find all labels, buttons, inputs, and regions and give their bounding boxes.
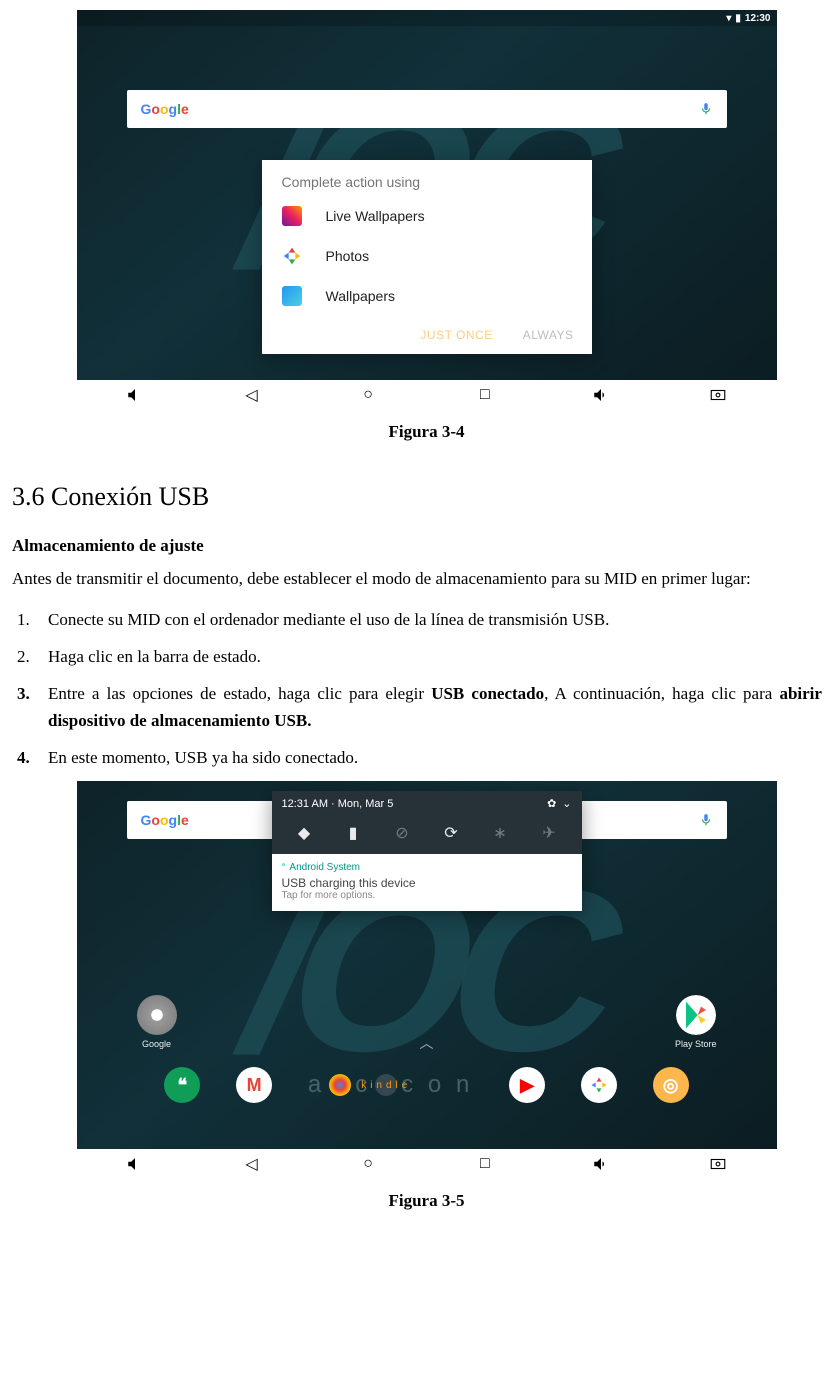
notification-title: USB charging this device [282,876,572,890]
app-drawer-handle[interactable]: ︿ [420,1033,434,1053]
play-store-app[interactable]: Play Store [675,995,717,1049]
option-live-wallpapers[interactable]: Live Wallpapers [262,196,592,236]
option-label: Wallpapers [326,288,396,304]
volume-down-icon[interactable] [126,386,144,404]
section-heading: 3.6 Conexión USB [12,482,829,512]
home-icon[interactable]: ○ [359,1155,377,1173]
battery-toggle-icon[interactable]: ▮ [342,822,364,844]
option-label: Photos [326,248,370,264]
back-icon[interactable]: ◁ [242,1155,260,1173]
figure-caption: Figura 3-5 [12,1191,829,1211]
option-wallpapers[interactable]: Wallpapers [262,276,592,316]
android-icon: ᐤ [282,862,286,873]
notification-panel[interactable]: 12:31 AM · Mon, Mar 5 ✿ ⌄ ◆ ▮ ⊘ ⟳ ∗ ✈ ᐤA… [272,791,582,911]
step-1: Conecte su MID con el ordenador mediante… [34,606,829,633]
dialog-title: Complete action using [262,160,592,196]
settings-icon[interactable]: ✿ [547,797,556,810]
option-photos[interactable]: Photos [262,236,592,276]
complete-action-dialog: Complete action using Live Wallpapers Ph… [262,160,592,354]
tablet-screenshot-1: /OC ▾ ▮ 12:30 Google Complete action usi… [77,10,777,410]
wallpapers-icon [282,286,302,306]
gmail-icon[interactable]: M [236,1067,272,1103]
always-button[interactable]: ALWAYS [523,328,574,342]
wifi-toggle-icon[interactable]: ◆ [293,822,315,844]
figure-3-5: /OC Google 12:31 AM · Mon, Mar 5 ✿ ⌄ ◆ ▮… [12,781,829,1211]
steps-list: Conecte su MID con el ordenador mediante… [12,606,829,772]
rotate-toggle-icon[interactable]: ⟳ [440,822,462,844]
step-3: Entre a las opciones de estado, haga cli… [34,680,829,734]
just-once-button[interactable]: JUST ONCE [420,328,492,342]
panel-time: 12:31 AM · Mon, Mar 5 [282,798,394,810]
google-folder[interactable]: Google [137,995,177,1049]
expand-icon[interactable]: ⌄ [562,797,571,810]
live-wallpapers-icon [282,206,302,226]
hangouts-icon[interactable]: ❝ [164,1067,200,1103]
volume-up-icon[interactable] [592,1155,610,1173]
navigation-bar: ◁ ○ □ [77,380,777,410]
screenshot-icon[interactable] [709,386,727,404]
photos-icon [282,246,302,266]
notification-subtitle: Tap for more options. [282,890,572,901]
subsection-heading: Almacenamiento de ajuste [12,536,829,556]
battery-icon: ▮ [735,13,741,24]
photos-app-icon[interactable] [581,1067,617,1103]
google-search-bar[interactable]: Google [127,90,727,128]
recents-icon[interactable]: □ [476,1155,494,1173]
intro-paragraph: Antes de transmitir el documento, debe e… [12,566,829,592]
status-clock: 12:30 [745,13,771,24]
back-icon[interactable]: ◁ [242,386,260,404]
volume-down-icon[interactable] [126,1155,144,1173]
step-4: En este momento, USB ya ha sido conectad… [34,744,829,771]
camera-icon[interactable]: ◎ [653,1067,689,1103]
brand-overlay: ackindlec o n [308,1071,473,1099]
figure-3-4: /OC ▾ ▮ 12:30 Google Complete action usi… [12,10,829,442]
microphone-icon[interactable] [699,813,713,827]
youtube-icon[interactable]: ▶ [509,1067,545,1103]
tablet-screenshot-2: /OC Google 12:31 AM · Mon, Mar 5 ✿ ⌄ ◆ ▮… [77,781,777,1179]
option-label: Live Wallpapers [326,208,425,224]
dnd-toggle-icon[interactable]: ⊘ [391,822,413,844]
google-logo: Google [141,812,189,828]
usb-notification[interactable]: ᐤAndroid System USB charging this device… [272,854,582,911]
google-logo: Google [141,101,189,117]
wifi-icon: ▾ [726,13,731,24]
bluetooth-toggle-icon[interactable]: ∗ [489,822,511,844]
navigation-bar: ◁ ○ □ [77,1149,777,1179]
microphone-icon[interactable] [699,102,713,116]
status-bar: ▾ ▮ 12:30 [77,10,777,26]
recents-icon[interactable]: □ [476,386,494,404]
airplane-toggle-icon[interactable]: ✈ [538,822,560,844]
home-icon[interactable]: ○ [359,386,377,404]
figure-caption: Figura 3-4 [12,422,829,442]
step-2: Haga clic en la barra de estado. [34,643,829,670]
volume-up-icon[interactable] [592,386,610,404]
dock: ❝ M ackindlec o n ▶ ◎ [77,1057,777,1113]
screenshot-icon[interactable] [709,1155,727,1173]
